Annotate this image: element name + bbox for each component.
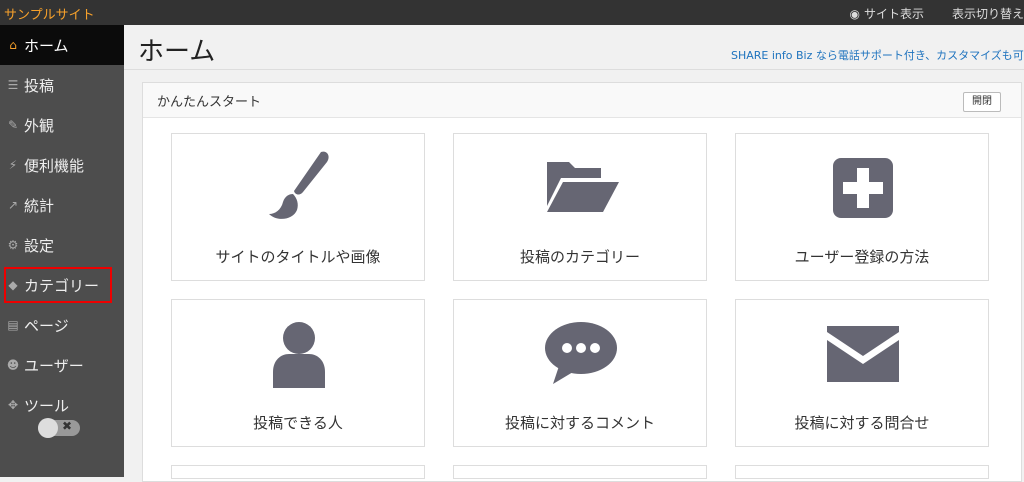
brush-icon: ✎ [7, 118, 19, 132]
plus-square-icon [833, 158, 893, 218]
card-label: 投稿に対するコメント [504, 414, 655, 432]
switch-view-link[interactable]: 表示切り替え [952, 5, 1024, 22]
sidebar-item-label: 設定 [24, 236, 55, 255]
view-site-label: サイト表示 [863, 7, 924, 21]
sidebar-item-label: ページ [24, 316, 69, 335]
view-site-link[interactable]: ◉ サイト表示 [849, 5, 924, 22]
card-label: 投稿に対する問合せ [794, 414, 930, 432]
sidebar-item-label: ツール [24, 396, 70, 415]
sidebar-item-stats[interactable]: ↗ 統計 [0, 185, 124, 225]
card-post-comments[interactable]: 投稿に対するコメント [453, 299, 707, 447]
page-icon: ▤ [7, 318, 19, 332]
card-label: 投稿のカテゴリー [519, 248, 640, 266]
tag-icon: ◆ [8, 278, 18, 292]
card-site-title[interactable]: サイトのタイトルや画像 [171, 133, 425, 281]
card-post-inquiry[interactable]: 投稿に対する問合せ [735, 299, 989, 447]
sidebar-item-label: カテゴリー [24, 276, 100, 295]
panel-header: かんたんスタート [143, 83, 1021, 118]
folder-open-icon [547, 162, 619, 212]
sidebar-item-appearance[interactable]: ✎ 外観 [0, 105, 124, 145]
eye-icon: ◉ [849, 7, 860, 21]
top-bar-actions: ◉ サイト表示 表示切り替え [849, 5, 1024, 22]
page-title: ホーム [138, 37, 216, 67]
sidebar-item-label: ユーザー [24, 356, 84, 375]
sidebar-item-label: 投稿 [24, 76, 55, 95]
card-label: サイトのタイトルや画像 [215, 248, 381, 266]
sidebar-item-users[interactable]: ☻ ユーザー [0, 345, 124, 385]
comment-icon [545, 322, 617, 384]
title-divider [124, 69, 1024, 70]
sidebar-item-pages[interactable]: ▤ ページ [0, 305, 124, 345]
top-admin-bar: サンプルサイト ◉ サイト表示 表示切り替え [0, 0, 1024, 25]
quick-start-panel: かんたんスタート 開閉 サイトのタイトルや画像 投稿のカテゴリー ユーザー登録の… [142, 82, 1022, 482]
sidebar-item-category[interactable]: ◆ カテゴリー [2, 265, 114, 305]
sidebar-item-plugins[interactable]: ⚡ 便利機能 [0, 145, 124, 185]
home-icon: ⌂ [9, 38, 17, 52]
gear-icon: ⚙ [7, 238, 19, 252]
sidebar-item-label: 統計 [24, 196, 55, 215]
sidebar-collapse-toggle[interactable]: ✖ [38, 418, 80, 438]
toggle-knob [38, 418, 58, 438]
sidebar-item-label: 便利機能 [24, 156, 85, 175]
list-icon: ☰ [7, 78, 19, 92]
user-icon [273, 322, 325, 388]
card-label: ユーザー登録の方法 [794, 248, 930, 266]
panel-title: かんたんスタート [157, 94, 262, 110]
envelope-icon [827, 326, 899, 382]
card-who-can-post[interactable]: 投稿できる人 [171, 299, 425, 447]
promo-link[interactable]: SHARE info Biz なら電話サポート付き、カスタマイズも可。 [731, 47, 1024, 63]
panel-toggle-button[interactable]: 開閉 [963, 92, 1001, 112]
wrench-icon: ✥ [7, 398, 19, 412]
close-icon: ✖ [62, 419, 73, 433]
users-icon: ☻ [6, 358, 20, 372]
plugin-icon: ⚡ [8, 158, 18, 172]
sidebar-item-home[interactable]: ⌂ ホーム [0, 25, 124, 65]
sidebar-item-label: 外観 [24, 116, 55, 135]
sidebar-item-posts[interactable]: ☰ 投稿 [0, 65, 124, 105]
sidebar: ⌂ ホーム ☰ 投稿 ✎ 外観 ⚡ 便利機能 ↗ 統計 ⚙ 設定 ◆ カテゴリー ▤ ページ ☻… [0, 25, 124, 477]
main-content: ホーム SHARE info Biz なら電話サポート付き、カスタマイズも可。 … [124, 25, 1024, 482]
sidebar-item-settings[interactable]: ⚙ 設定 [0, 225, 124, 265]
chart-icon: ↗ [7, 198, 19, 212]
paintbrush-icon [269, 151, 329, 219]
card-label: 投稿できる人 [253, 414, 343, 432]
card-user-registration[interactable]: ユーザー登録の方法 [735, 133, 989, 281]
sidebar-item-label: ホーム [24, 36, 69, 55]
site-name-link[interactable]: サンプルサイト [4, 4, 95, 23]
card-post-category[interactable]: 投稿のカテゴリー [453, 133, 707, 281]
